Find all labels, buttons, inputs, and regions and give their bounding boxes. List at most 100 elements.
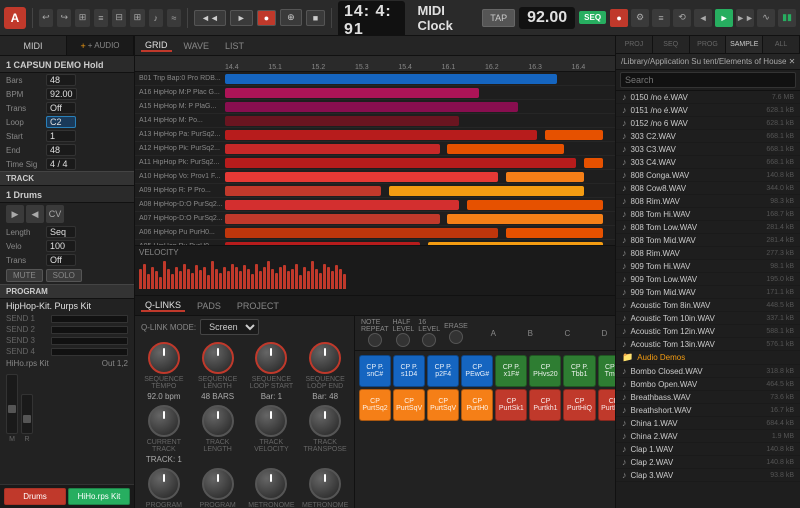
prog-tab[interactable]: PROG [690, 36, 727, 53]
bpm-display[interactable]: 92.00 [519, 7, 575, 29]
note-repeat-knob[interactable] [368, 333, 382, 347]
file-item[interactable]: ♪Breathbass.WAV73.6 kB [616, 391, 800, 404]
pads-tab[interactable]: PADS [193, 301, 225, 311]
file-item[interactable]: ♪Acoustic Tom 10in.WAV337.1 kB [616, 312, 800, 325]
clip[interactable] [506, 228, 604, 238]
clip[interactable] [225, 116, 459, 126]
pad-2[interactable]: CP P. p2F4 [427, 355, 459, 387]
clip[interactable] [447, 214, 603, 224]
audio-tab[interactable]: + + AUDIO [67, 36, 134, 55]
clip[interactable] [225, 158, 576, 168]
pad-1[interactable]: CP P. s1D4 [393, 355, 425, 387]
pad-13[interactable]: CP Purtkh1 [529, 389, 561, 421]
mute-button[interactable]: MUTE [6, 269, 43, 282]
file-item[interactable]: ♪Bombo Closed.WAV318.8 kB [616, 365, 800, 378]
clip[interactable] [584, 158, 604, 168]
search-input[interactable] [620, 72, 796, 88]
sample-tab[interactable]: SAMPLE [726, 36, 763, 53]
undo-icon[interactable]: ↩ [39, 9, 53, 27]
clip[interactable] [506, 172, 584, 182]
send4-bar[interactable] [51, 348, 128, 356]
qlink-mode-select[interactable]: Screen [200, 319, 259, 335]
clip[interactable] [225, 102, 518, 112]
piano-icon[interactable]: ♪ [149, 9, 163, 27]
grid-tab-wave[interactable]: WAVE [180, 41, 214, 51]
pad-5[interactable]: CP PHvs20 [529, 355, 561, 387]
all-tab[interactable]: ALL [763, 36, 800, 53]
knob-5[interactable] [202, 405, 234, 437]
clip[interactable] [225, 186, 381, 196]
waveform-icon[interactable]: ∿ [757, 9, 775, 27]
file-item[interactable]: ♪Acoustic Tom 13in.WAV576.1 kB [616, 338, 800, 351]
mixer-icon[interactable]: ⊞ [130, 9, 144, 27]
knob-7[interactable] [309, 405, 341, 437]
clip[interactable] [225, 130, 537, 140]
send3-bar[interactable] [51, 337, 128, 345]
grid-row-content[interactable] [225, 198, 615, 211]
file-list[interactable]: ♪0150 /no é.WAV7.6 MB♪0151 /no é.WAV628.… [616, 91, 800, 508]
grid-icon[interactable]: ⊞ [75, 9, 89, 27]
project-tab[interactable]: PROJECT [233, 301, 283, 311]
proj-tab[interactable]: PROJ [616, 36, 653, 53]
seq-button[interactable]: SEQ [579, 11, 606, 24]
file-item[interactable]: ♪Clap 2.WAV140.8 kB [616, 456, 800, 469]
grid-tab-grid[interactable]: GRID [141, 40, 172, 52]
clip[interactable] [225, 88, 479, 98]
file-item[interactable]: ♪0150 /no é.WAV7.6 MB [616, 91, 800, 104]
file-item[interactable]: ♪Clap 1.WAV140.8 kB [616, 443, 800, 456]
grid-row-content[interactable] [225, 170, 615, 183]
grid-row-content[interactable] [225, 240, 615, 245]
file-item[interactable]: ♪China 1.WAV684.4 kB [616, 417, 800, 430]
file-item[interactable]: 📁Audio Demos [616, 351, 800, 365]
knob-0[interactable] [148, 342, 180, 374]
grid-row-content[interactable] [225, 142, 615, 155]
fader-r-slider[interactable] [21, 394, 33, 434]
file-item[interactable]: ♪303 C2.WAV668.1 kB [616, 130, 800, 143]
grid-row-content[interactable] [225, 226, 615, 239]
16level-knob[interactable] [422, 333, 436, 347]
pad-8[interactable]: CP PurtSq2 [359, 389, 391, 421]
knob-2[interactable] [255, 342, 287, 374]
file-item[interactable]: ♪909 Tom Hi.WAV98.1 kB [616, 260, 800, 273]
knob-9[interactable] [202, 468, 234, 500]
file-item[interactable]: ♪808 Tom Low.WAV281.4 kB [616, 221, 800, 234]
play2-icon[interactable]: ► [715, 9, 733, 27]
clip[interactable] [389, 186, 584, 196]
clip[interactable] [225, 214, 440, 224]
grid-row-content[interactable] [225, 72, 615, 85]
qlinks-tab[interactable]: Q-LINKS [141, 300, 185, 312]
redo-icon[interactable]: ↪ [57, 9, 71, 27]
pad-0[interactable]: CP P. snC# [359, 355, 391, 387]
app-logo[interactable]: A [4, 7, 26, 29]
half-level-knob[interactable] [396, 333, 410, 347]
file-item[interactable]: ♪0151 /no é.WAV628.1 kB [616, 104, 800, 117]
file-item[interactable]: ♪Acoustic Tom 12in.WAV588.1 kB [616, 325, 800, 338]
knob-10[interactable] [255, 468, 287, 500]
erase-knob[interactable] [449, 330, 463, 344]
grid-row-content[interactable] [225, 128, 615, 141]
file-item[interactable]: ♪808 Rim.WAV98.3 kB [616, 195, 800, 208]
file-item[interactable]: ♪Acoustic Tom 8in.WAV448.5 kB [616, 299, 800, 312]
clip[interactable] [225, 242, 420, 245]
eq-icon[interactable]: ≈ [167, 9, 181, 27]
record-icon[interactable]: ● [610, 9, 628, 27]
pad-7[interactable]: CP P. Tmb2 [598, 355, 615, 387]
grid-row-content[interactable] [225, 212, 615, 225]
clip[interactable] [545, 130, 604, 140]
file-item[interactable]: ♪0152 /no 6 WAV628.1 kB [616, 117, 800, 130]
play-button[interactable]: ► [230, 10, 253, 26]
file-item[interactable]: ♪808 Tom Mid.WAV281.4 kB [616, 234, 800, 247]
drums-button[interactable]: Drums [4, 488, 66, 505]
seq-tab[interactable]: SEQ [653, 36, 690, 53]
meter-icon[interactable]: ▮▮ [778, 9, 796, 27]
midi-tab[interactable]: MIDI [0, 36, 67, 55]
clip[interactable] [225, 200, 459, 210]
file-item[interactable]: ♪808 Cow8.WAV344.0 kB [616, 182, 800, 195]
send1-bar[interactable] [51, 315, 128, 323]
grid-row-content[interactable] [225, 156, 615, 169]
knob-11[interactable] [309, 468, 341, 500]
grid-row-content[interactable] [225, 114, 615, 127]
file-item[interactable]: ♪303 C3.WAV668.1 kB [616, 143, 800, 156]
clip[interactable] [447, 144, 564, 154]
pad-12[interactable]: CP PurtSk1 [495, 389, 527, 421]
